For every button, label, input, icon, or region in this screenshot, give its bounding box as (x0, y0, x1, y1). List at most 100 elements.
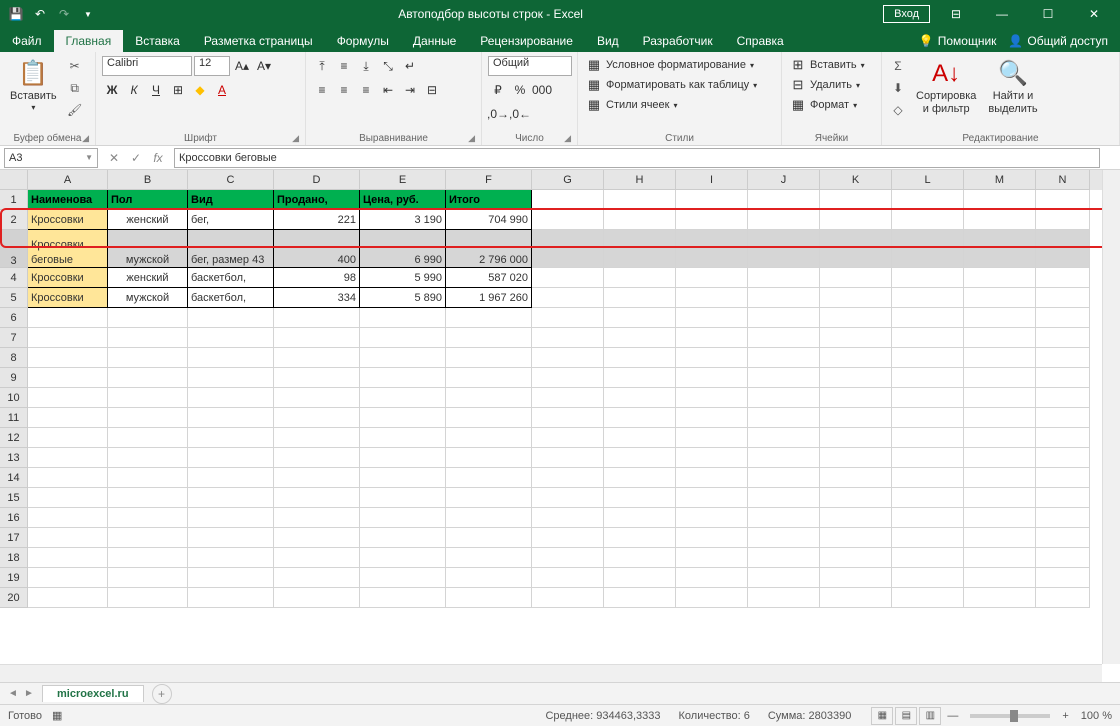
cell[interactable] (274, 368, 360, 388)
cell[interactable] (188, 468, 274, 488)
cell[interactable] (1036, 288, 1090, 308)
cell[interactable] (676, 548, 748, 568)
cell[interactable]: Наименова (28, 190, 108, 210)
cell[interactable] (604, 268, 676, 288)
dialog-launcher-icon[interactable]: ◢ (468, 133, 475, 144)
cell[interactable] (604, 230, 676, 268)
cell[interactable]: 2 796 000 (446, 230, 532, 268)
cancel-formula-icon[interactable]: ✕ (104, 148, 124, 168)
cell[interactable] (360, 328, 446, 348)
zoom-in-button[interactable]: + (1058, 710, 1072, 722)
row-header[interactable]: 2 (0, 210, 28, 230)
increase-decimal-icon[interactable]: ,0→ (488, 104, 508, 124)
page-layout-view-icon[interactable]: ▤ (895, 707, 917, 725)
cell[interactable] (964, 388, 1036, 408)
cell[interactable] (604, 588, 676, 608)
close-icon[interactable]: ✕ (1074, 0, 1114, 28)
tell-me-button[interactable]: 💡Помощник (919, 34, 997, 48)
cell[interactable] (964, 488, 1036, 508)
cell[interactable] (28, 488, 108, 508)
accept-formula-icon[interactable]: ✓ (126, 148, 146, 168)
cell[interactable] (604, 568, 676, 588)
align-top-icon[interactable]: ⤒ (312, 56, 332, 76)
cell[interactable] (676, 288, 748, 308)
cell[interactable] (676, 230, 748, 268)
cell[interactable] (532, 328, 604, 348)
cell[interactable] (274, 428, 360, 448)
cell[interactable] (360, 468, 446, 488)
next-sheet-icon[interactable]: ► (22, 687, 36, 701)
cell[interactable]: баскетбол, (188, 288, 274, 308)
cell[interactable] (1036, 428, 1090, 448)
cell[interactable] (28, 448, 108, 468)
cell[interactable]: Цена, руб. (360, 190, 446, 210)
cell[interactable] (1036, 408, 1090, 428)
cell[interactable] (964, 408, 1036, 428)
row-header[interactable]: 3 (0, 230, 28, 268)
macro-record-icon[interactable]: ▦ (52, 709, 62, 722)
increase-font-icon[interactable]: A▴ (232, 56, 252, 76)
cell[interactable] (532, 488, 604, 508)
cell[interactable] (748, 328, 820, 348)
cell[interactable] (532, 408, 604, 428)
cell[interactable] (676, 468, 748, 488)
cell[interactable] (604, 428, 676, 448)
format-cells-button[interactable]: ▦Формат▾ (788, 96, 867, 114)
cell[interactable] (446, 548, 532, 568)
cell[interactable]: 400 (274, 230, 360, 268)
cell[interactable] (108, 408, 188, 428)
clear-icon[interactable]: ◇ (888, 100, 908, 120)
cell[interactable] (676, 488, 748, 508)
cell[interactable] (748, 210, 820, 230)
cell[interactable] (360, 448, 446, 468)
cell[interactable] (964, 348, 1036, 368)
cell[interactable] (892, 268, 964, 288)
comma-icon[interactable]: 000 (532, 80, 552, 100)
sheet-tab[interactable]: microexcel.ru (42, 685, 144, 702)
cell[interactable] (892, 210, 964, 230)
cell[interactable] (274, 388, 360, 408)
horizontal-scrollbar[interactable] (0, 664, 1102, 682)
cell[interactable] (108, 368, 188, 388)
cell[interactable] (360, 528, 446, 548)
cell[interactable] (892, 568, 964, 588)
cell[interactable] (676, 588, 748, 608)
cell[interactable] (1036, 588, 1090, 608)
select-all-corner[interactable] (0, 170, 28, 190)
tab-insert[interactable]: Вставка (123, 30, 192, 52)
row-header[interactable]: 8 (0, 348, 28, 368)
cell[interactable] (820, 588, 892, 608)
format-painter-icon[interactable]: 🖌 (65, 100, 85, 120)
col-header[interactable]: C (188, 170, 274, 190)
cell[interactable] (604, 508, 676, 528)
cell[interactable] (604, 388, 676, 408)
decrease-indent-icon[interactable]: ⇤ (378, 80, 398, 100)
cell[interactable] (446, 308, 532, 328)
cell[interactable] (604, 210, 676, 230)
cell[interactable] (446, 588, 532, 608)
cell[interactable] (892, 508, 964, 528)
cell[interactable] (108, 328, 188, 348)
cell[interactable]: 3 190 (360, 210, 446, 230)
cell[interactable] (108, 388, 188, 408)
cell[interactable] (820, 388, 892, 408)
qat-dropdown-icon[interactable]: ▼ (80, 6, 96, 22)
tab-file[interactable]: Файл (0, 30, 54, 52)
cell[interactable] (676, 210, 748, 230)
cell[interactable] (108, 448, 188, 468)
cell[interactable] (274, 468, 360, 488)
cell[interactable] (274, 328, 360, 348)
align-left-icon[interactable]: ≡ (312, 80, 332, 100)
increase-indent-icon[interactable]: ⇥ (400, 80, 420, 100)
cell[interactable] (964, 588, 1036, 608)
cell[interactable] (274, 548, 360, 568)
cell[interactable] (892, 288, 964, 308)
cell[interactable] (28, 308, 108, 328)
tab-help[interactable]: Справка (725, 30, 796, 52)
cell[interactable] (676, 268, 748, 288)
cell[interactable]: Продано, (274, 190, 360, 210)
cell[interactable] (892, 190, 964, 210)
cell[interactable] (28, 388, 108, 408)
cell[interactable] (360, 548, 446, 568)
cell[interactable]: баскетбол, (188, 268, 274, 288)
